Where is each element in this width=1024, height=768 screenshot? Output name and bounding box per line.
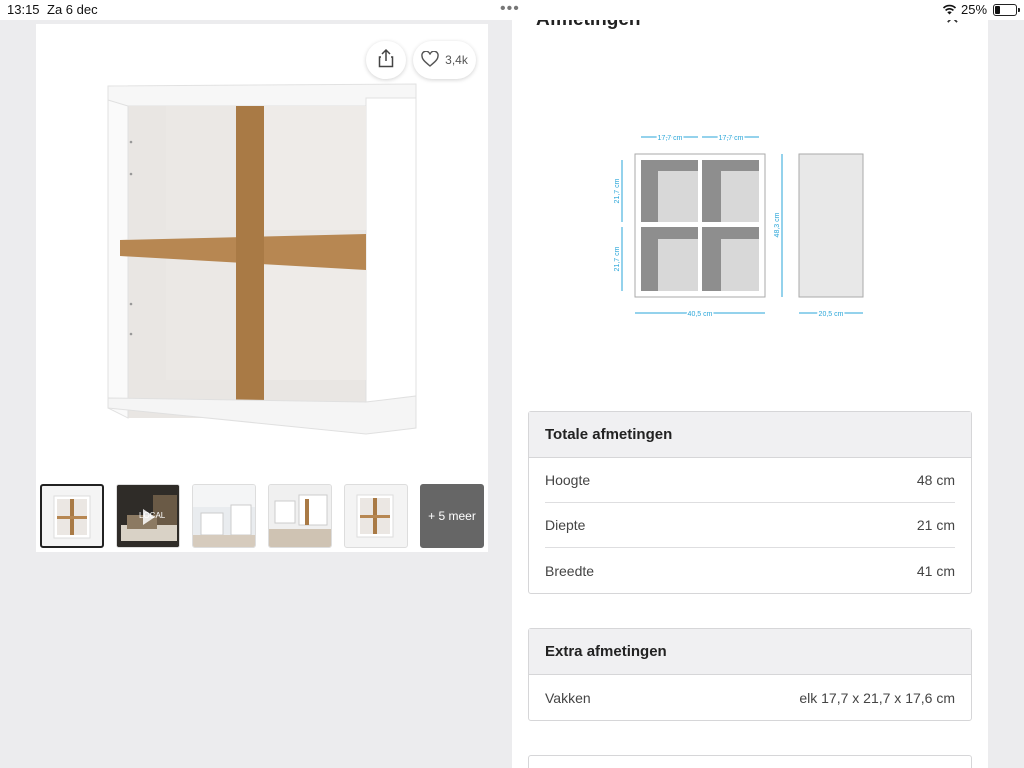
thumbnail-strip: LOCAL + 5 meer xyxy=(40,484,484,548)
status-bar: 13:15 Za 6 dec ••• 25% xyxy=(0,0,1024,20)
product-main-image[interactable] xyxy=(36,24,488,479)
close-icon[interactable]: ✕ xyxy=(945,20,960,29)
status-time: 13:15 xyxy=(7,2,40,17)
row-label: Diepte xyxy=(545,517,586,533)
dimensions-panel: Afmetingen ✕ 17,7 cm 17,7 cm 40,5 cm 20,… xyxy=(512,20,988,768)
table-row: Breedte 41 cm xyxy=(545,548,955,593)
table-row: Diepte 21 cm xyxy=(545,503,955,548)
thumbnail-1[interactable] xyxy=(40,484,104,548)
share-icon xyxy=(377,48,395,73)
dim-height-top: 21,7 cm xyxy=(614,178,621,203)
thumbnail-video[interactable]: LOCAL xyxy=(116,484,180,548)
total-dimensions-heading: Totale afmetingen xyxy=(529,412,971,458)
like-count: 3,4k xyxy=(445,53,468,67)
like-button[interactable]: 3,4k xyxy=(413,41,476,79)
row-label: Hoogte xyxy=(545,472,591,488)
total-dimensions-table: Totale afmetingen Hoogte 48 cm Diepte 21… xyxy=(528,411,972,594)
table-row: Hoogte 48 cm xyxy=(545,458,955,503)
thumbnail-4[interactable] xyxy=(268,484,332,548)
battery-icon xyxy=(993,4,1020,16)
table-row: Vakken elk 17,7 x 21,7 x 17,6 cm xyxy=(545,675,955,720)
row-label: Breedte xyxy=(545,562,595,579)
product-gallery: 3,4k LOCAL + 5 meer xyxy=(36,24,488,552)
next-section-box xyxy=(528,755,972,768)
dim-total-width: 40,5 cm xyxy=(688,311,713,318)
dim-height-bottom: 21,7 cm xyxy=(614,246,621,271)
thumbnail-more[interactable]: + 5 meer xyxy=(420,484,484,548)
multitask-dots-icon[interactable]: ••• xyxy=(500,0,520,18)
share-button[interactable] xyxy=(366,41,406,79)
dim-width-left: 17,7 cm xyxy=(658,135,683,142)
row-value: 21 cm xyxy=(916,517,955,533)
battery-percentage: 25% xyxy=(961,2,988,17)
extra-dimensions-heading: Extra afmetingen xyxy=(529,629,971,675)
dim-width-right: 17,7 cm xyxy=(719,135,744,142)
row-value: 41 cm xyxy=(916,562,955,579)
row-value: 48 cm xyxy=(916,472,955,488)
dim-total-height: 48,3 cm xyxy=(774,212,781,237)
panel-title: Afmetingen xyxy=(536,20,641,31)
heart-icon xyxy=(421,50,439,70)
dim-depth: 20,5 cm xyxy=(819,311,844,318)
thumbnail-3[interactable] xyxy=(192,484,256,548)
row-value: elk 17,7 x 21,7 x 17,6 cm xyxy=(799,689,955,706)
thumbnail-5[interactable] xyxy=(344,484,408,548)
video-label: LOCAL xyxy=(139,511,166,520)
extra-dimensions-table: Extra afmetingen Vakken elk 17,7 x 21,7 … xyxy=(528,628,972,721)
dimension-diagram: 17,7 cm 17,7 cm 40,5 cm 20,5 cm 21,7 cm … xyxy=(613,134,864,320)
wifi-icon xyxy=(942,3,957,18)
more-label: + 5 meer xyxy=(428,509,476,523)
row-label: Vakken xyxy=(545,689,591,706)
status-date: Za 6 dec xyxy=(47,2,98,17)
